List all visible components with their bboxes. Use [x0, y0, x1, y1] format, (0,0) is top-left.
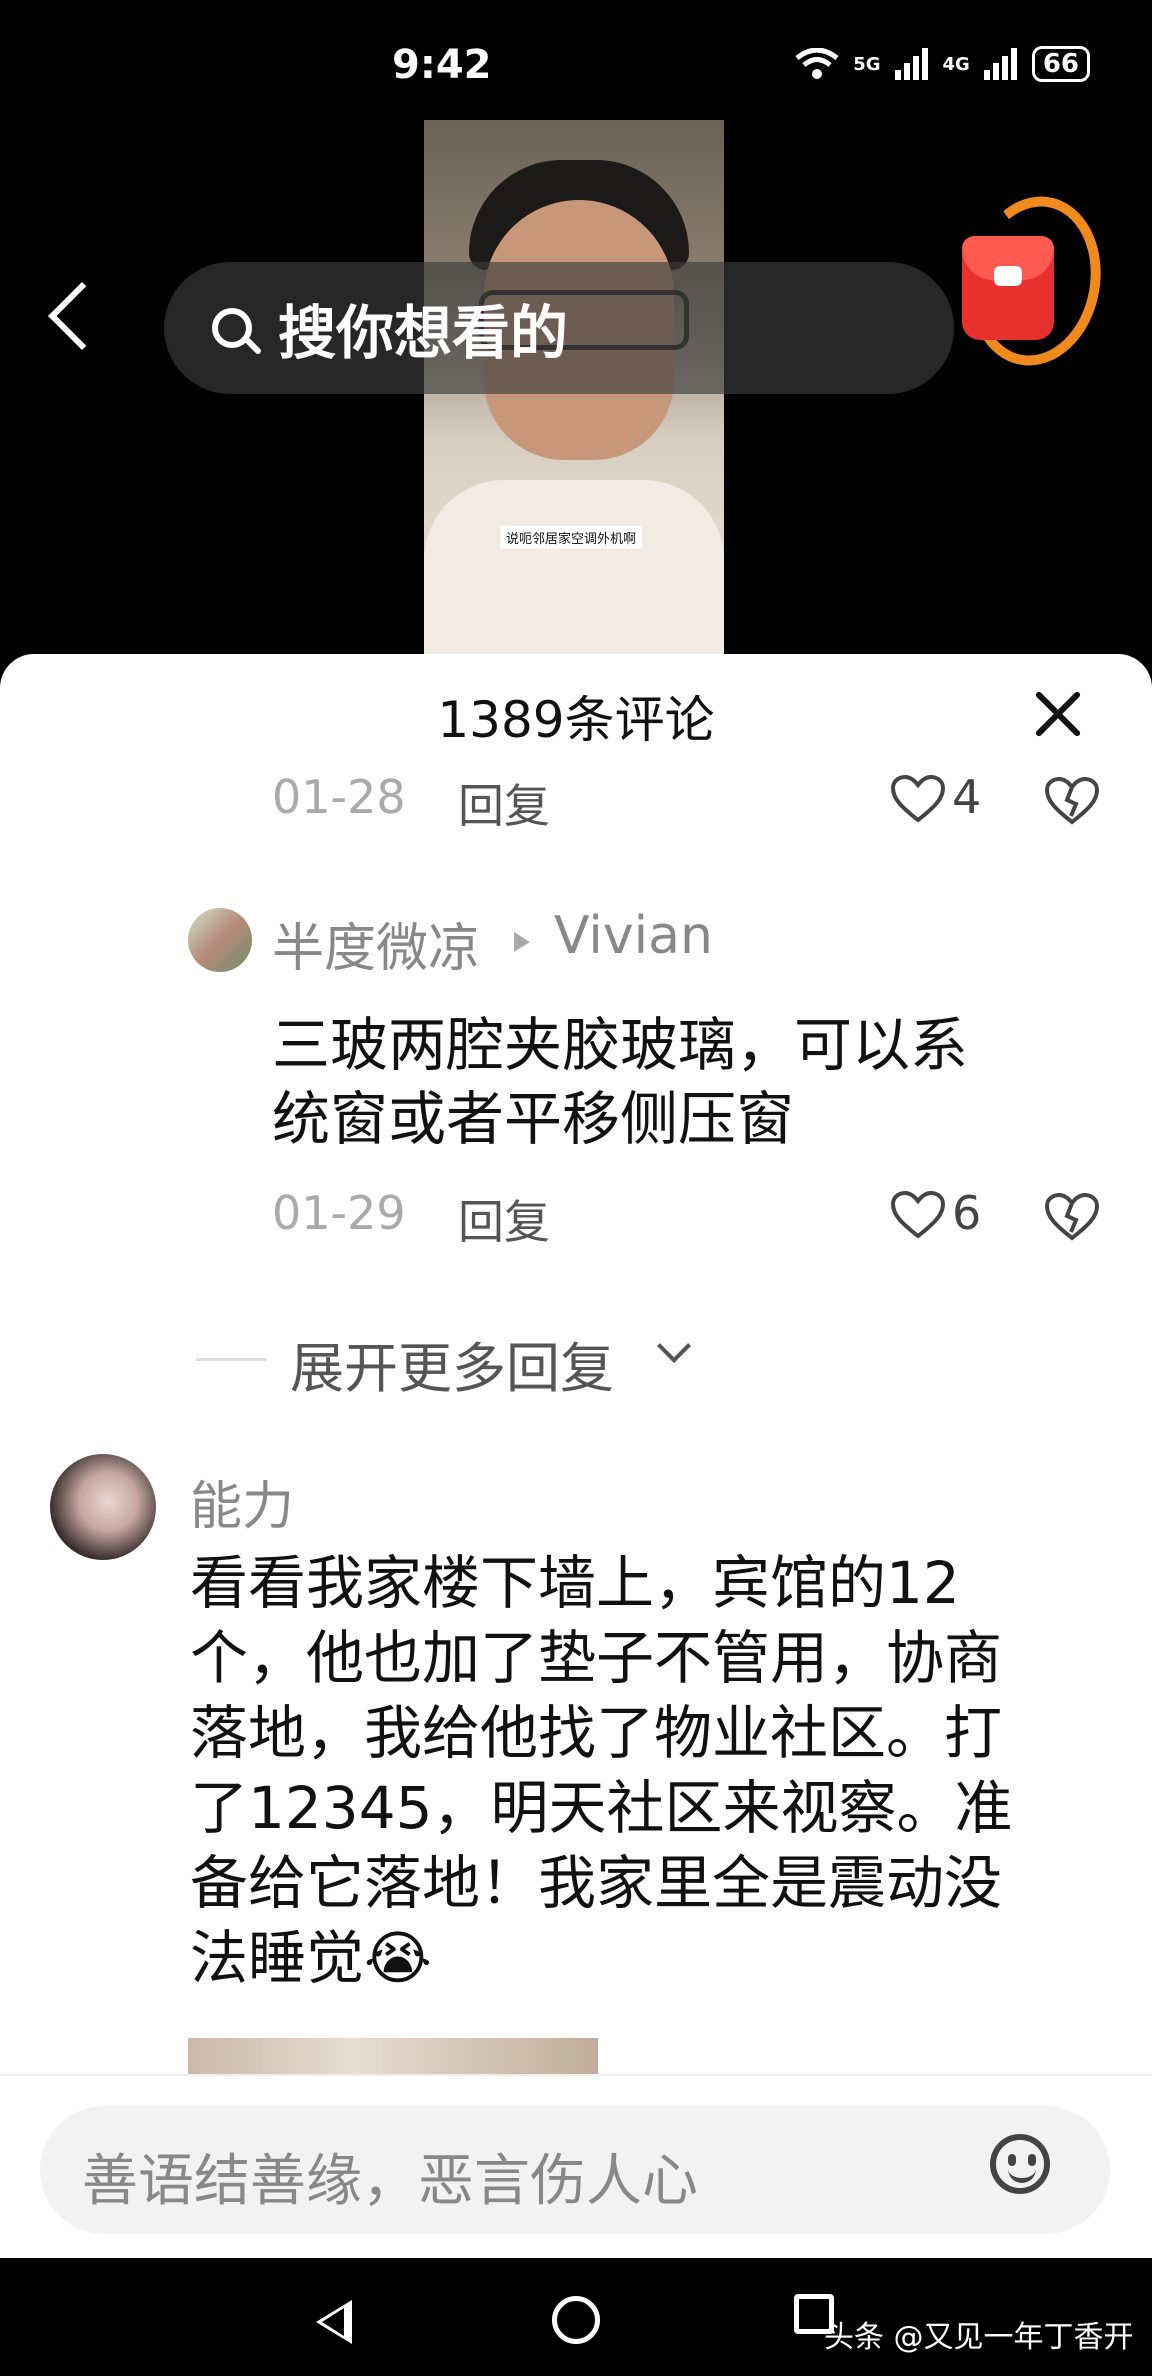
dislike-broken-heart-icon[interactable]	[1044, 1192, 1100, 1242]
avatar[interactable]	[188, 908, 252, 972]
comment-input-bar: 善语结善缘，恶言伤人心	[0, 2074, 1152, 2260]
close-icon[interactable]	[1032, 688, 1084, 740]
signal-5g-label: 5G	[853, 53, 881, 75]
video-subtitle: 说呃邻居家空调外机啊	[500, 526, 643, 549]
expand-more-replies[interactable]: 展开更多回复	[290, 1324, 614, 1403]
like-heart-icon[interactable]	[890, 774, 946, 824]
comment-text-line: 备给它落地！我家里全是震动没	[190, 1849, 1003, 1917]
comments-sheet: 1389条评论 01-28 回复 4 半度微凉 Vivian 三玻两腔夹胶玻璃，…	[0, 654, 1152, 2258]
reply-button[interactable]: 回复	[458, 1186, 550, 1252]
wifi-icon	[795, 48, 839, 79]
avatar[interactable]	[50, 1454, 156, 1560]
search-bar[interactable]: 搜你想看的	[164, 262, 954, 394]
comment-input-placeholder: 善语结善缘，恶言伤人心	[82, 2149, 698, 2214]
status-time: 9:42	[392, 42, 492, 88]
reply-text-line: 三玻两腔夹胶玻璃，可以系	[272, 1011, 969, 1079]
comment-text-line: 了12345，明天社区来视察。准	[190, 1774, 1013, 1842]
comment-username[interactable]: 能力	[190, 1464, 294, 1539]
reply-button[interactable]: 回复	[458, 770, 550, 836]
like-count: 6	[952, 1186, 982, 1240]
reply-username[interactable]: 半度微凉	[272, 906, 480, 981]
video-person-shirt	[424, 480, 724, 660]
red-packet-icon[interactable]	[962, 236, 1054, 340]
search-icon	[212, 308, 252, 348]
dislike-broken-heart-icon[interactable]	[1044, 776, 1100, 826]
reply-date: 01-29	[272, 1186, 406, 1240]
like-count: 4	[952, 770, 982, 824]
comment-text-line: 个，他也加了垫子不管用，协商	[190, 1624, 1003, 1692]
comment-text-line: 法睡觉😭	[190, 1924, 432, 1992]
reply-arrow-icon	[514, 932, 530, 952]
status-icons: 5G 4G 66	[795, 46, 1090, 82]
watermark-text: 头条 @又见一年丁香开	[824, 2320, 1134, 2355]
comments-count-title: 1389条评论	[437, 691, 715, 749]
reply-to-username[interactable]: Vivian	[554, 906, 713, 966]
reply-date: 01-28	[272, 770, 406, 824]
expand-divider	[196, 1358, 266, 1361]
emoji-icon[interactable]	[990, 2134, 1050, 2194]
comment-text-line: 看看我家楼下墙上，宾馆的12	[190, 1549, 960, 1617]
signal-icon	[894, 48, 928, 80]
back-icon[interactable]	[48, 282, 116, 350]
comment-input[interactable]: 善语结善缘，恶言伤人心	[40, 2106, 1110, 2234]
nav-home-icon[interactable]	[552, 2296, 600, 2344]
like-heart-icon[interactable]	[890, 1190, 946, 1240]
battery-indicator: 66	[1031, 46, 1090, 82]
nav-back-icon[interactable]	[316, 2300, 352, 2344]
reply-text-line: 统窗或者平移侧压窗	[272, 1085, 795, 1153]
signal-icon	[983, 48, 1017, 80]
search-placeholder: 搜你想看的	[278, 299, 569, 367]
system-nav-bar: 头条 @又见一年丁香开	[0, 2258, 1152, 2376]
signal-4g-label: 4G	[942, 53, 970, 75]
chevron-down-icon[interactable]	[657, 1329, 691, 1363]
comment-text-line: 落地，我给他找了物业社区。打	[190, 1699, 1003, 1767]
